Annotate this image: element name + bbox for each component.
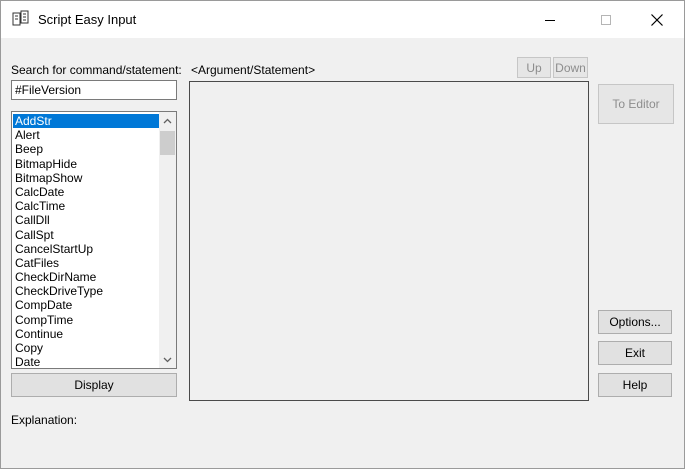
list-item[interactable]: AddStr xyxy=(13,114,159,129)
chevron-down-icon xyxy=(163,357,172,362)
scroll-up-button[interactable] xyxy=(159,112,176,129)
list-item[interactable]: Alert xyxy=(13,128,159,142)
list-item[interactable]: BitmapHide xyxy=(13,157,159,171)
window-title: Script Easy Input xyxy=(38,12,137,27)
down-button[interactable]: Down xyxy=(553,57,588,78)
list-item[interactable]: CompDate xyxy=(13,298,159,312)
app-icon xyxy=(12,10,29,26)
list-item[interactable]: CalcDate xyxy=(13,185,159,199)
exit-button[interactable]: Exit xyxy=(598,341,672,365)
list-item[interactable]: Date xyxy=(13,355,159,368)
up-button[interactable]: Up xyxy=(517,57,551,78)
command-list-scrollbar[interactable] xyxy=(159,112,176,368)
help-button[interactable]: Help xyxy=(598,373,672,397)
chevron-up-icon xyxy=(163,118,172,123)
explanation-label: Explanation: xyxy=(11,413,78,427)
search-input[interactable] xyxy=(11,80,177,100)
list-item[interactable]: CheckDriveType xyxy=(13,284,159,298)
list-item[interactable]: CancelStartUp xyxy=(13,242,159,256)
list-item[interactable]: Copy xyxy=(13,341,159,355)
maximize-button[interactable] xyxy=(583,1,629,38)
argument-panel[interactable] xyxy=(189,81,589,401)
command-list-items: AddStr Alert Beep BitmapHide BitmapShow CalcD… xyxy=(13,114,159,368)
minimize-button[interactable] xyxy=(527,1,573,38)
script-easy-input-window: Script Easy Input Search for command/sta… xyxy=(0,0,685,469)
command-list[interactable]: AddStr Alert Beep BitmapHide BitmapShow CalcD… xyxy=(11,111,177,369)
list-item[interactable]: CatFiles xyxy=(13,256,159,270)
argument-label: <Argument/Statement> xyxy=(191,63,316,77)
minimize-icon xyxy=(545,19,555,21)
to-editor-button[interactable]: To Editor xyxy=(598,84,674,124)
close-icon xyxy=(651,13,663,26)
list-item[interactable]: CompTime xyxy=(13,313,159,327)
list-item[interactable]: CalcTime xyxy=(13,199,159,213)
scroll-down-button[interactable] xyxy=(159,351,176,368)
display-button[interactable]: Display xyxy=(11,373,177,397)
list-item[interactable]: CallSpt xyxy=(13,228,159,242)
options-button[interactable]: Options... xyxy=(598,310,672,334)
list-item[interactable]: CallDll xyxy=(13,213,159,227)
title-bar[interactable]: Script Easy Input xyxy=(1,1,684,38)
scrollbar-thumb[interactable] xyxy=(160,131,175,155)
list-item[interactable]: BitmapShow xyxy=(13,171,159,185)
list-item[interactable]: Beep xyxy=(13,142,159,156)
list-item[interactable]: CheckDirName xyxy=(13,270,159,284)
close-button[interactable] xyxy=(634,1,680,38)
maximize-icon xyxy=(601,14,611,25)
list-item[interactable]: Continue xyxy=(13,327,159,341)
search-label: Search for command/statement: xyxy=(11,63,182,77)
